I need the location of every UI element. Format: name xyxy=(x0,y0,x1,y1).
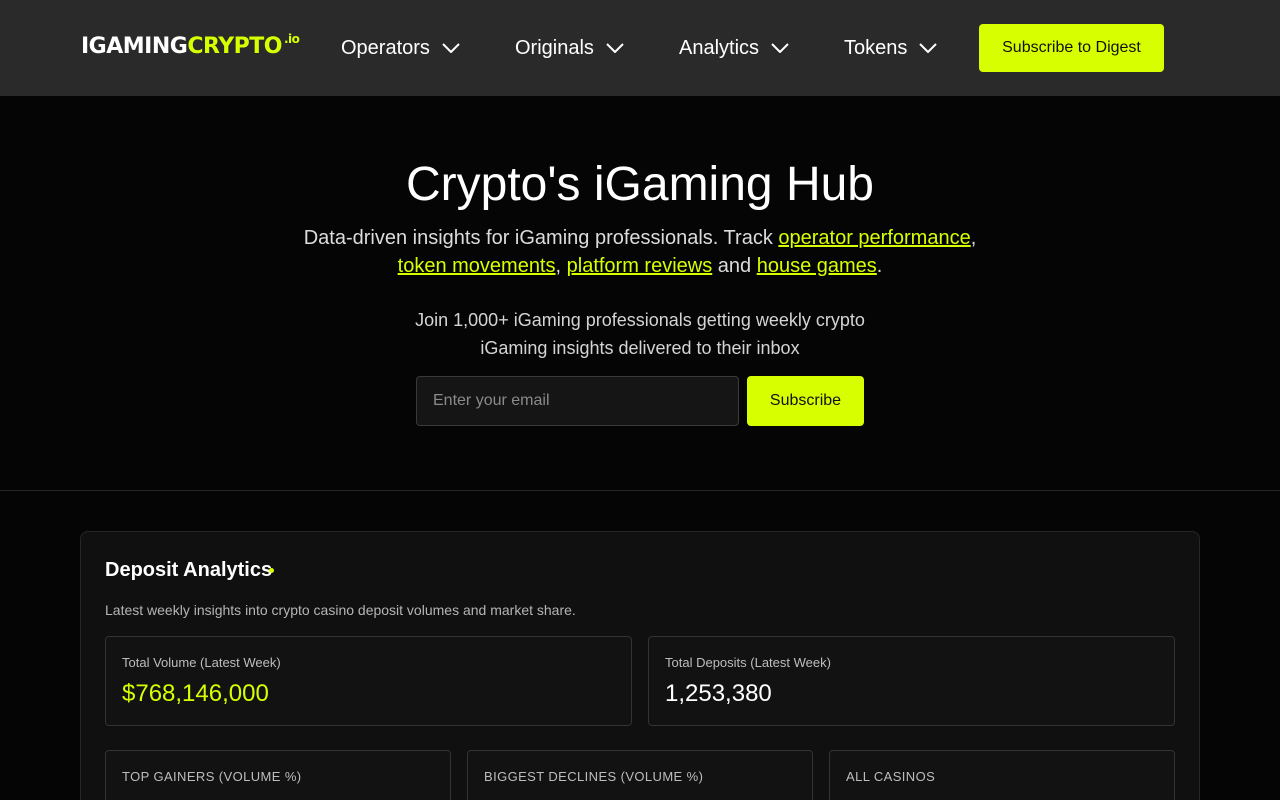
separator-and: and xyxy=(712,255,757,277)
page-title: Crypto's iGaming Hub xyxy=(406,158,874,211)
token-movements-link[interactable]: token movements xyxy=(398,255,556,277)
hero-subtitle: Data-driven insights for iGaming profess… xyxy=(300,224,980,280)
total-volume-card: Total Volume (Latest Week) $768,146,000 xyxy=(105,636,632,726)
separator-comma: , xyxy=(555,255,562,277)
chevron-down-icon xyxy=(919,43,938,53)
separator-comma: , xyxy=(970,227,977,249)
chevron-down-icon xyxy=(606,43,624,53)
panel-description: Latest weekly insights into crypto casin… xyxy=(105,602,576,618)
nav-item-analytics[interactable]: Analytics xyxy=(679,34,789,62)
stat-value: $768,146,000 xyxy=(122,680,269,707)
subscribe-button[interactable]: Subscribe xyxy=(747,376,864,426)
biggest-declines-card: BIGGEST DECLINES (VOLUME %) xyxy=(467,750,813,800)
logo-word-crypto: CRYPTO xyxy=(187,34,282,59)
stat-value: 1,253,380 xyxy=(665,680,772,707)
nav-item-label: Tokens xyxy=(844,36,908,59)
logo-word-igaming: IGAMING xyxy=(81,34,188,59)
operator-performance-link[interactable]: operator performance xyxy=(778,227,970,249)
stat-label: Total Volume (Latest Week) xyxy=(122,655,281,670)
top-gainers-card: TOP GAINERS (VOLUME %) xyxy=(105,750,451,800)
top-navbar: IGAMINGCRYPTO .io Operators Originals Ana… xyxy=(0,0,1280,96)
chevron-down-icon xyxy=(442,43,460,53)
separator-period: . xyxy=(876,255,883,277)
all-casinos-card[interactable]: ALL CASINOS xyxy=(829,750,1175,800)
nav-item-operators[interactable]: Operators xyxy=(341,34,460,62)
deposit-analytics-panel: Deposit Analytics Latest weekly insights… xyxy=(80,531,1200,800)
nav-item-tokens[interactable]: Tokens xyxy=(844,34,938,62)
panel-title: Deposit Analytics xyxy=(105,559,273,581)
stat-label: Total Deposits (Latest Week) xyxy=(665,655,831,670)
chevron-down-icon xyxy=(771,43,789,53)
card-label: TOP GAINERS (VOLUME %) xyxy=(122,769,302,784)
nav-item-label: Operators xyxy=(341,36,430,59)
email-input[interactable] xyxy=(416,376,739,426)
logo-suffix: .io xyxy=(283,32,300,46)
subscribe-digest-button[interactable]: Subscribe to Digest xyxy=(979,24,1164,72)
house-games-link[interactable]: house games xyxy=(757,255,877,277)
hero-subtitle-prefix: Data-driven insights for iGaming profess… xyxy=(303,227,779,249)
live-indicator-dot xyxy=(269,568,274,573)
nav-item-label: Analytics xyxy=(679,36,760,59)
card-label: ALL CASINOS xyxy=(846,769,936,784)
newsletter-pitch: Join 1,000+ iGaming professionals gettin… xyxy=(415,310,865,358)
card-label: BIGGEST DECLINES (VOLUME %) xyxy=(484,769,704,784)
total-deposits-card: Total Deposits (Latest Week) 1,253,380 xyxy=(648,636,1175,726)
site-logo[interactable]: IGAMINGCRYPTO .io xyxy=(81,32,300,63)
section-divider xyxy=(0,490,1280,491)
nav-item-originals[interactable]: Originals xyxy=(515,34,624,62)
platform-reviews-link[interactable]: platform reviews xyxy=(567,255,713,277)
nav-item-label: Originals xyxy=(515,36,594,59)
